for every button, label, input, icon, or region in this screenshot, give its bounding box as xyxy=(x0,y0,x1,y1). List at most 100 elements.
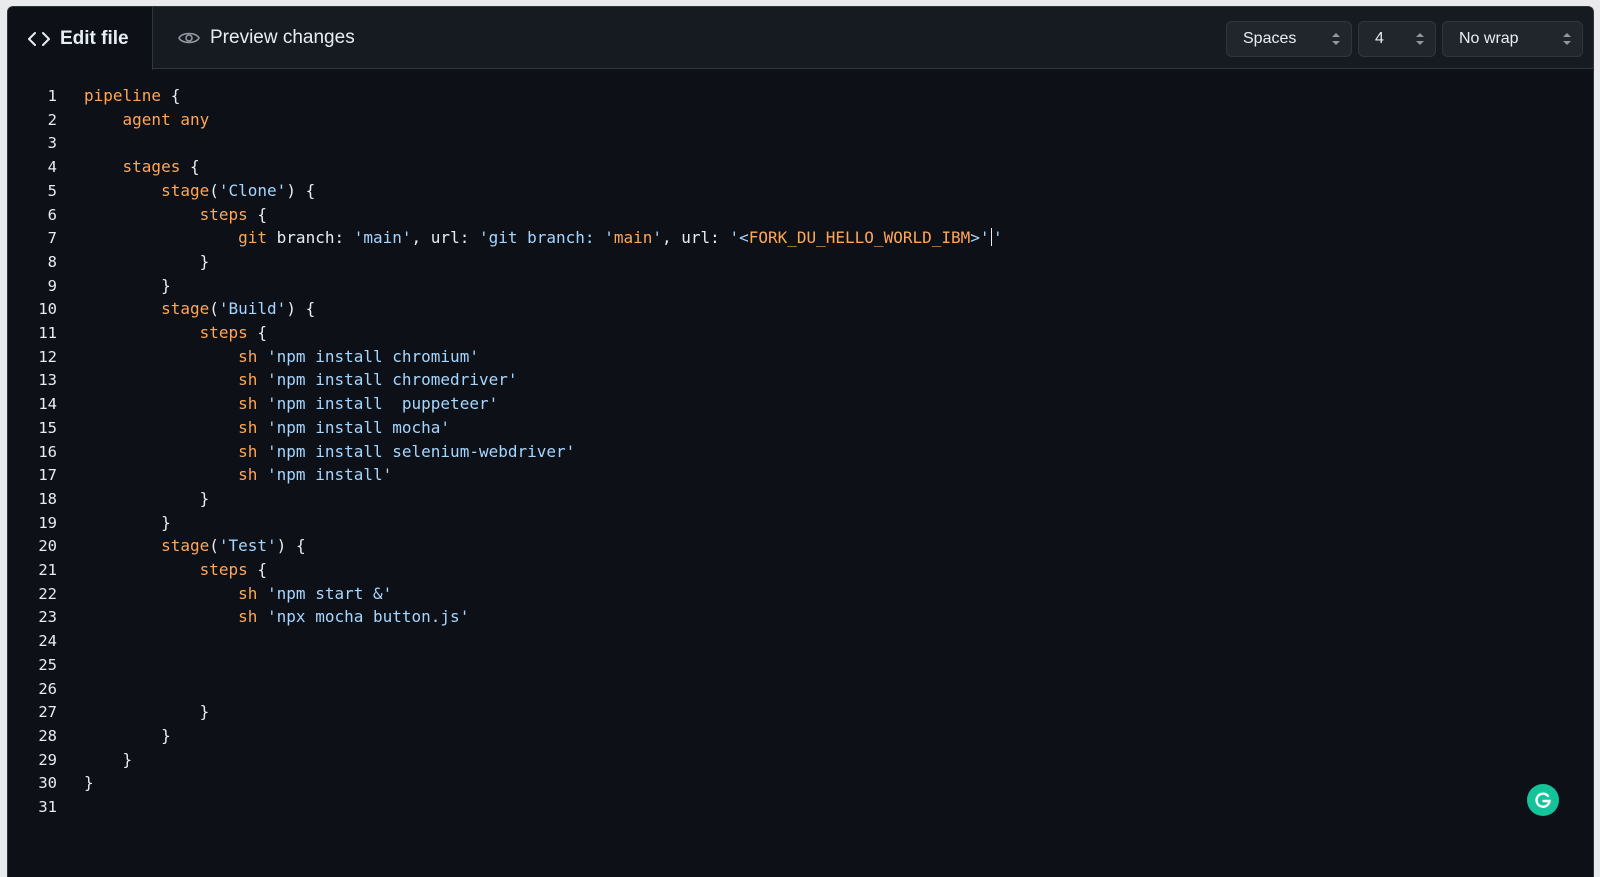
line-number: 27 xyxy=(38,703,57,722)
tab-preview-changes[interactable]: Preview changes xyxy=(178,7,355,69)
code-line[interactable]: 4 stages { xyxy=(8,155,1508,179)
line-number: 31 xyxy=(38,798,57,816)
code-string: 'npm install mocha' xyxy=(267,417,451,437)
indent-size-value: 4 xyxy=(1375,30,1384,47)
code-line[interactable]: 2 agent any xyxy=(8,108,1508,132)
code-text: sh 'npm install mocha' xyxy=(84,416,450,440)
code-line[interactable]: 15 sh 'npm install mocha' xyxy=(8,416,1508,440)
code-line[interactable]: 13 sh 'npm install chromedriver' xyxy=(8,368,1508,392)
line-number: 15 xyxy=(38,418,57,437)
line-number: 29 xyxy=(38,750,57,769)
tab-edit-file[interactable]: Edit file xyxy=(8,7,153,70)
code-string: ' xyxy=(993,228,1003,248)
code-punctuation: } xyxy=(161,512,171,532)
chevron-up-down-icon xyxy=(1332,33,1340,45)
wrap-mode-select[interactable]: No wrap xyxy=(1442,21,1583,57)
code-line[interactable]: 21 steps { xyxy=(8,558,1508,582)
code-text: } xyxy=(84,274,171,298)
line-number: 11 xyxy=(38,324,57,342)
code-punctuation: { xyxy=(180,157,200,177)
chevron-up-down-icon xyxy=(1563,33,1571,45)
code-line[interactable]: 25 xyxy=(8,653,1508,677)
code-keyword: sh xyxy=(238,583,258,603)
code-keyword: sh xyxy=(238,346,258,366)
code-line[interactable]: 14 sh 'npm install puppeteer' xyxy=(8,392,1508,416)
code-text: sh 'npm install puppeteer' xyxy=(84,392,498,416)
code-line[interactable]: 20 stage('Test') { xyxy=(8,534,1508,558)
code-line[interactable]: 22 sh 'npm start &' xyxy=(8,582,1508,606)
code-line[interactable]: 27 } xyxy=(8,700,1508,724)
code-line[interactable]: 17 sh 'npm install' xyxy=(8,463,1508,487)
code-line[interactable]: 24 xyxy=(8,629,1508,653)
code-line[interactable]: 31 xyxy=(8,795,1508,819)
code-line[interactable]: 30} xyxy=(8,771,1508,795)
grammarly-icon[interactable] xyxy=(1527,784,1559,816)
code-punctuation xyxy=(257,465,267,484)
code-punctuation: ) { xyxy=(286,299,316,319)
code-keyword: main xyxy=(613,228,653,248)
code-line[interactable]: 1 pipeline { xyxy=(8,84,1508,108)
code-line[interactable]: 11 steps { xyxy=(8,321,1508,345)
code-line[interactable]: 28 } xyxy=(8,724,1508,748)
code-string: 'main' xyxy=(353,228,412,248)
code-string: 'npm install' xyxy=(267,465,393,485)
code-text: stages { xyxy=(84,155,200,179)
code-string: ' xyxy=(652,228,662,248)
code-line[interactable]: 8 } xyxy=(8,250,1508,274)
line-number: 14 xyxy=(38,395,57,414)
code-line[interactable]: 3 xyxy=(8,131,1508,155)
indent-size-select[interactable]: 4 xyxy=(1358,21,1436,57)
line-number: 20 xyxy=(38,537,57,556)
code-keyword: git xyxy=(238,228,268,248)
code-brackets-icon xyxy=(28,31,50,47)
line-number: 9 xyxy=(47,276,57,295)
code-line[interactable]: 10 stage('Build') { xyxy=(8,297,1508,321)
line-number: 25 xyxy=(38,655,57,674)
code-text: pipeline { xyxy=(84,84,180,108)
code-line[interactable]: 6 steps { xyxy=(8,203,1508,227)
indent-mode-select[interactable]: Spaces xyxy=(1226,21,1352,57)
code-line[interactable]: 29 } xyxy=(8,748,1508,772)
line-number: 7 xyxy=(47,229,57,248)
line-number: 2 xyxy=(47,110,57,129)
code-line[interactable]: 16 sh 'npm install selenium-webdriver' xyxy=(8,440,1508,464)
code-editor[interactable]: 1 pipeline {2 agent any 3 4 stages {5 stage… xyxy=(8,69,1593,877)
wrap-mode-value: No wrap xyxy=(1459,30,1519,47)
code-text: stage('Test') { xyxy=(84,534,306,558)
code-line[interactable]: 26 xyxy=(8,677,1508,701)
code-string: 'npx mocha button.js' xyxy=(267,607,470,627)
code-line[interactable]: 23 sh 'npx mocha button.js' xyxy=(8,605,1508,629)
code-line[interactable]: 7 git branch: 'main', url: 'git branch: … xyxy=(8,226,1508,250)
code-keyword: FORK_DU_HELLO_WORLD_IBM xyxy=(748,228,971,248)
code-line[interactable]: 9 } xyxy=(8,274,1508,298)
line-number: 26 xyxy=(38,679,57,698)
code-punctuation: } xyxy=(199,251,210,271)
code-text: } xyxy=(84,487,210,511)
line-number: 10 xyxy=(38,300,57,319)
line-number: 17 xyxy=(38,466,57,485)
line-number: 1 xyxy=(47,87,57,105)
code-punctuation: ( xyxy=(209,180,219,200)
code-line[interactable]: 5 stage('Clone') { xyxy=(8,179,1508,203)
code-line[interactable]: 19 } xyxy=(8,511,1508,535)
code-punctuation: { xyxy=(247,560,268,579)
eye-icon xyxy=(178,30,200,46)
code-string: 'npm install chromedriver' xyxy=(267,370,518,390)
code-keyword: sh xyxy=(238,394,258,414)
line-number: 13 xyxy=(38,371,57,390)
code-line[interactable]: 12 sh 'npm install chromium' xyxy=(8,345,1508,369)
line-number: 8 xyxy=(47,252,57,271)
code-line[interactable]: 18 } xyxy=(8,487,1508,511)
line-number: 6 xyxy=(47,205,57,224)
code-string: >' xyxy=(970,228,990,248)
code-text: } xyxy=(84,250,210,274)
